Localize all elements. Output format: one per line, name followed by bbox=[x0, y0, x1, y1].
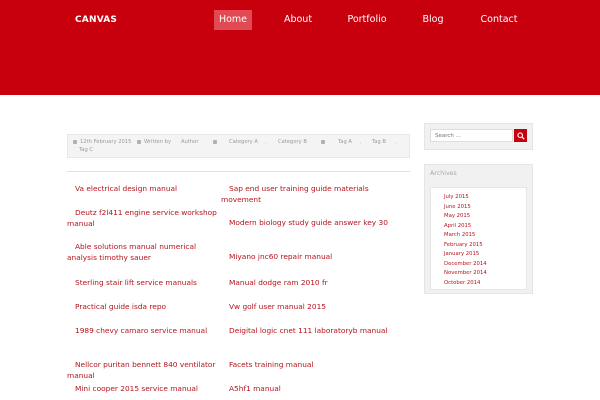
list-link[interactable]: Va electrical design manual bbox=[67, 184, 217, 195]
separator: , bbox=[395, 139, 397, 145]
tag-icon bbox=[321, 139, 325, 144]
list-link[interactable]: Deutz f2l411 engine service workshop man… bbox=[67, 208, 217, 229]
search-button[interactable] bbox=[514, 129, 527, 142]
nav-contact[interactable]: Contact bbox=[476, 10, 522, 30]
archive-link[interactable]: December 2014 bbox=[444, 261, 487, 267]
separator: , bbox=[265, 139, 267, 145]
archive-link[interactable]: February 2015 bbox=[444, 242, 483, 248]
list-link[interactable]: Practical guide isda repo bbox=[67, 302, 217, 313]
list-link[interactable]: Vw golf user manual 2015 bbox=[221, 302, 391, 313]
author-meta: Written by bbox=[137, 139, 171, 145]
tag-link[interactable]: Tag A bbox=[338, 139, 352, 145]
categories-meta bbox=[213, 139, 220, 145]
post-date: 12th February 2015 bbox=[80, 139, 132, 145]
archive-link[interactable]: April 2015 bbox=[444, 223, 471, 229]
nav-blog[interactable]: Blog bbox=[418, 10, 448, 30]
search-icon bbox=[516, 131, 525, 140]
search-input[interactable] bbox=[430, 129, 513, 142]
category-link[interactable]: Category A bbox=[229, 139, 258, 145]
tag-link[interactable]: Tag C bbox=[79, 147, 93, 153]
list-link[interactable]: Modern biology study guide answer key 30 bbox=[221, 218, 391, 229]
list-link[interactable]: Nellcor puritan bennett 840 ventilator m… bbox=[67, 360, 217, 381]
list-link[interactable]: Sterling stair lift service manuals bbox=[67, 278, 217, 289]
archives-list: July 2015 June 2015 May 2015 April 2015 … bbox=[430, 187, 527, 290]
written-by-label: Written by bbox=[144, 139, 172, 145]
archive-link[interactable]: May 2015 bbox=[444, 213, 470, 219]
archive-link[interactable]: July 2015 bbox=[444, 194, 469, 200]
archives-title: Archives bbox=[430, 170, 457, 177]
archive-link[interactable]: November 2014 bbox=[444, 270, 487, 276]
tags-meta bbox=[321, 139, 328, 145]
list-link[interactable]: Facets training manual bbox=[221, 360, 391, 371]
archive-link[interactable]: January 2015 bbox=[444, 251, 479, 257]
list-link[interactable]: Manual dodge ram 2010 fr bbox=[221, 278, 391, 289]
archive-link[interactable]: June 2015 bbox=[444, 204, 471, 210]
list-link[interactable]: Deigital logic cnet 111 laboratoryb manu… bbox=[221, 326, 391, 337]
list-link[interactable]: Sap end user training guide materials mo… bbox=[221, 184, 391, 205]
archive-link[interactable]: March 2015 bbox=[444, 232, 475, 238]
list-link[interactable]: Able solutions manual numerical analysis… bbox=[67, 242, 217, 263]
category-link[interactable]: Category B bbox=[278, 139, 307, 145]
folder-icon bbox=[213, 139, 217, 144]
site-header: CANVAS Home About Portfolio Blog Contact bbox=[0, 0, 600, 95]
separator: , bbox=[360, 139, 362, 145]
user-icon bbox=[137, 139, 141, 144]
nav-about[interactable]: About bbox=[278, 10, 318, 30]
tag-link[interactable]: Tag B bbox=[372, 139, 386, 145]
date-meta: 12th February 2015 bbox=[73, 139, 131, 145]
nav-home[interactable]: Home bbox=[214, 10, 252, 30]
list-link[interactable]: Miyano jnc60 repair manual bbox=[221, 252, 391, 263]
list-link[interactable]: A5hf1 manual bbox=[221, 384, 391, 395]
post-meta: 12th February 2015 Written by Author Cat… bbox=[67, 134, 410, 158]
search-widget bbox=[424, 123, 533, 150]
main-nav: Home About Portfolio Blog Contact bbox=[0, 10, 600, 30]
list-link[interactable]: 1989 chevy camaro service manual bbox=[67, 326, 217, 337]
post-author[interactable]: Author bbox=[181, 139, 198, 145]
nav-portfolio[interactable]: Portfolio bbox=[343, 10, 391, 30]
content-divider bbox=[67, 171, 410, 172]
list-link[interactable]: Mini cooper 2015 service manual bbox=[67, 384, 217, 395]
archives-widget: Archives July 2015 June 2015 May 2015 Ap… bbox=[424, 164, 533, 294]
archive-link[interactable]: October 2014 bbox=[444, 280, 480, 286]
clock-icon bbox=[73, 139, 77, 144]
